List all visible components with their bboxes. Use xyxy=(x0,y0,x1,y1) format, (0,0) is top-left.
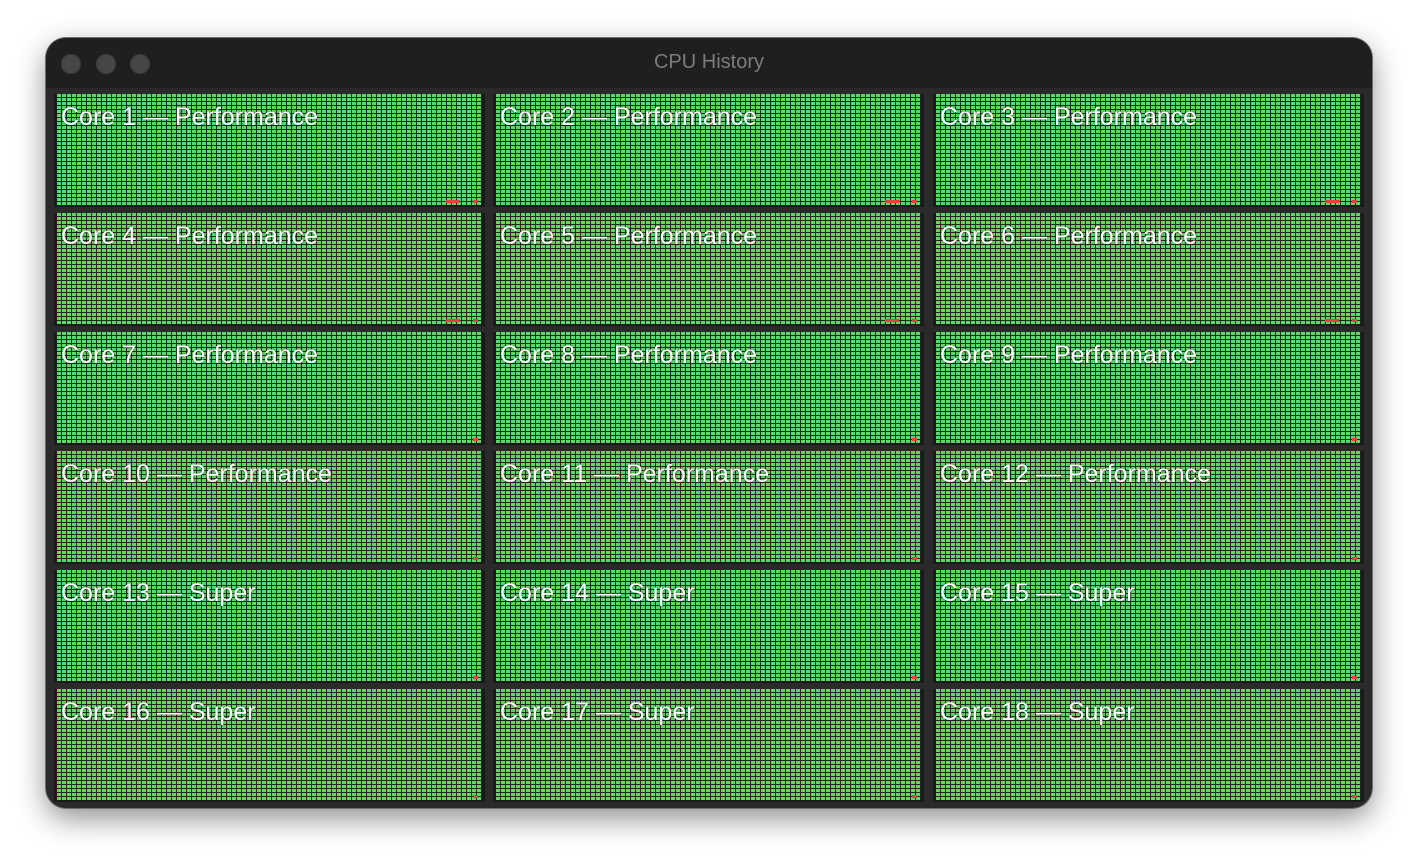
title-bar[interactable]: CPU History xyxy=(46,38,1372,88)
core-label: Core 5 — Performance xyxy=(500,222,758,250)
core-label: Core 2 — Performance xyxy=(500,103,758,131)
core-graph: Core 9 — Performance xyxy=(933,332,1364,445)
core-label: Core 11 — Performance xyxy=(500,460,770,488)
cpu-load-mark xyxy=(446,319,460,322)
core-label: Core 14 — Super xyxy=(500,579,695,607)
cpu-load-mark xyxy=(473,319,478,322)
cpu-load-mark xyxy=(912,676,917,679)
core-label: Core 8 — Performance xyxy=(500,341,758,369)
core-label: Core 18 — Super xyxy=(940,698,1135,726)
cpu-load-mark xyxy=(912,795,917,798)
core-graph: Core 12 — Performance xyxy=(933,451,1364,564)
core-graph: Core 16 — Super xyxy=(54,689,485,802)
core-label: Core 10 — Performance xyxy=(61,460,332,488)
core-graph: Core 4 — Performance xyxy=(54,213,485,326)
cpu-load-mark xyxy=(473,676,478,679)
core-graph: Core 14 — Super xyxy=(493,570,924,683)
core-label: Core 6 — Performance xyxy=(940,222,1198,250)
cpu-load-mark xyxy=(912,200,917,203)
cpu-load-mark xyxy=(1352,676,1357,679)
core-graph: Core 6 — Performance xyxy=(933,213,1364,326)
core-graph: Core 17 — Super xyxy=(493,689,924,802)
core-label: Core 17 — Super xyxy=(500,698,695,726)
cpu-load-mark xyxy=(473,557,478,560)
core-graph-grid: Core 1 — Performance Core 2 — Performanc… xyxy=(54,94,1364,802)
core-label: Core 9 — Performance xyxy=(940,341,1198,369)
core-graph: Core 2 — Performance xyxy=(493,94,924,207)
core-graph: Core 13 — Super xyxy=(54,570,485,683)
core-graph: Core 5 — Performance xyxy=(493,213,924,326)
core-graph: Core 1 — Performance xyxy=(54,94,485,207)
core-graph: Core 10 — Performance xyxy=(54,451,485,564)
cpu-load-mark xyxy=(1325,319,1339,322)
cpu-load-mark xyxy=(885,200,899,203)
core-label: Core 16 — Super xyxy=(61,698,256,726)
cpu-load-mark xyxy=(1352,319,1357,322)
cpu-load-mark xyxy=(473,795,478,798)
cpu-load-mark xyxy=(1352,557,1357,560)
core-graph: Core 11 — Performance xyxy=(493,451,924,564)
cpu-load-mark xyxy=(912,438,917,441)
cpu-history-window: CPU History Core 1 — Performance Core 2 … xyxy=(46,38,1372,808)
cpu-load-mark xyxy=(1325,200,1339,203)
core-graph: Core 7 — Performance xyxy=(54,332,485,445)
core-graph: Core 18 — Super xyxy=(933,689,1364,802)
cpu-load-mark xyxy=(473,438,478,441)
core-label: Core 12 — Performance xyxy=(940,460,1211,488)
core-label: Core 15 — Super xyxy=(940,579,1135,607)
cpu-load-mark xyxy=(912,557,917,560)
cpu-load-mark xyxy=(885,319,899,322)
core-graph: Core 15 — Super xyxy=(933,570,1364,683)
core-label: Core 3 — Performance xyxy=(940,103,1198,131)
window-title: CPU History xyxy=(653,51,764,73)
cpu-load-mark xyxy=(1352,438,1357,441)
cpu-load-mark xyxy=(473,200,478,203)
core-label: Core 13 — Super xyxy=(61,579,256,607)
core-label: Core 7 — Performance xyxy=(61,341,319,369)
core-graph: Core 8 — Performance xyxy=(493,332,924,445)
cpu-load-mark xyxy=(912,319,917,322)
core-label: Core 4 — Performance xyxy=(61,222,319,250)
core-label: Core 1 — Performance xyxy=(61,103,319,131)
cpu-load-mark xyxy=(1352,200,1357,203)
cpu-load-mark xyxy=(446,200,460,203)
core-graph: Core 3 — Performance xyxy=(933,94,1364,207)
cpu-load-mark xyxy=(1352,795,1357,798)
